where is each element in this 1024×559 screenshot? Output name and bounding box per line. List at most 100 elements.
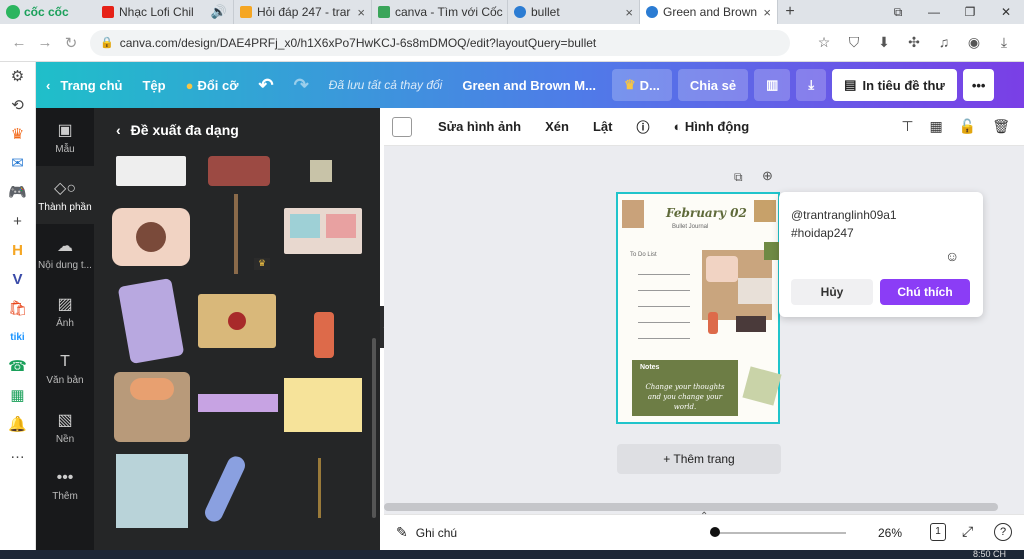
tab-canva-search[interactable]: canva - Tìm với Cốc× [372, 0, 508, 24]
tape-element[interactable] [310, 160, 332, 182]
nav-photos[interactable]: ▨ Ảnh [36, 282, 94, 340]
add-page-icon[interactable]: ⊕ [762, 168, 773, 184]
help-icon[interactable]: ? [994, 523, 1012, 541]
chevron-up-icon[interactable]: ⌃ [700, 511, 708, 522]
shopee-icon[interactable]: 🛍 [0, 294, 35, 323]
hoidap-app-icon[interactable]: H [0, 236, 35, 265]
flip-button[interactable]: Lật [581, 119, 625, 134]
typewriter-element[interactable] [208, 156, 270, 186]
design-page[interactable]: February 02 Bullet Journal To Do List No… [616, 192, 782, 424]
nav-uploads[interactable]: ☁ Nội dung t... [36, 224, 94, 282]
more-options-button[interactable]: ••• [962, 69, 995, 101]
wildflower-element[interactable] [318, 458, 321, 518]
tiki-icon[interactable]: tiki [0, 323, 35, 352]
nav-elements[interactable]: ◇○ Thành phần [36, 166, 94, 224]
app-v-icon[interactable]: V [0, 265, 35, 294]
zoom-level[interactable]: 26% [878, 526, 902, 540]
home-button[interactable]: ‹ Trang chủ [36, 62, 132, 108]
profile-icon[interactable]: ◉ [964, 34, 984, 51]
undo-button[interactable]: ↶ [248, 62, 283, 108]
restore-icon[interactable]: ⧉ [880, 5, 916, 20]
tab-bullet[interactable]: bullet × [508, 0, 640, 24]
star-icon[interactable]: ☆ [814, 34, 834, 51]
washi-tape-element[interactable] [198, 394, 278, 412]
zoom-slider[interactable] [710, 532, 846, 534]
notebook-element[interactable] [117, 277, 185, 365]
color-swatch[interactable] [392, 116, 412, 137]
add-page-button[interactable]: + Thêm trang [617, 444, 781, 474]
fullscreen-icon[interactable]: ⤢ [962, 523, 973, 540]
info-icon[interactable]: ⓘ [624, 117, 661, 136]
extensions-icon[interactable]: ✣ [904, 34, 924, 51]
transparency-icon[interactable]: ▦ [930, 118, 943, 135]
page-count[interactable]: 1 [930, 523, 946, 541]
submit-comment-button[interactable]: Chú thích [880, 279, 970, 305]
maximize-icon[interactable]: ❐ [952, 5, 988, 19]
edit-image-button[interactable]: Sửa hình ảnh [426, 119, 533, 134]
download-button[interactable]: ⤓ [796, 69, 827, 101]
close-icon[interactable]: × [763, 5, 771, 20]
chat-icon[interactable]: ☎ [0, 352, 35, 381]
bell-icon[interactable]: 🔔 [0, 410, 35, 439]
crown-icon[interactable]: ♛ [0, 120, 35, 149]
reload-icon[interactable]: ↻ [58, 34, 84, 52]
emoji-icon[interactable]: ☺ [945, 248, 959, 264]
history-icon[interactable]: ⟲ [0, 91, 35, 120]
notepad-element[interactable] [284, 378, 362, 432]
canvas-scrollbar[interactable] [384, 503, 998, 511]
panel-scrollbar[interactable] [372, 338, 376, 518]
more-dots-icon[interactable]: … [0, 439, 35, 468]
print-button[interactable]: ▤ In tiêu đề thư [832, 69, 957, 101]
paper-scrap-element[interactable] [116, 156, 186, 186]
game-icon[interactable]: 🎮 [0, 178, 35, 207]
insights-icon[interactable]: ▥ [754, 69, 791, 101]
shield-icon[interactable]: ⛉ [844, 34, 864, 51]
camera-element[interactable] [112, 208, 190, 266]
redo-button[interactable]: ↷ [284, 62, 319, 108]
back-icon[interactable]: ← [6, 34, 32, 51]
file-menu[interactable]: Tệp [132, 62, 175, 108]
pen-element[interactable] [202, 453, 248, 525]
forward-icon[interactable]: → [32, 34, 58, 51]
animate-button[interactable]: ◐ Hình động [661, 119, 761, 134]
nav-more[interactable]: ••• Thêm [36, 456, 94, 514]
nav-templates[interactable]: ▣ Mẫu [36, 108, 94, 166]
panel-title[interactable]: ‹ Đề xuất đa dạng [94, 108, 380, 152]
download-icon[interactable]: ⬇ [874, 34, 894, 51]
nav-text[interactable]: T Văn bản [36, 340, 94, 398]
new-tab-icon[interactable]: + [778, 0, 802, 24]
nav-background[interactable]: ▧ Nền [36, 398, 94, 456]
tab-lofi[interactable]: Nhạc Lofi Chil 🔊 [96, 0, 234, 24]
premium-button[interactable]: ♛ D... [611, 69, 672, 101]
browser-logo[interactable]: cốc cốc [0, 0, 96, 24]
dried-flower-element[interactable] [234, 194, 238, 274]
vase-element[interactable] [314, 312, 334, 358]
crop-button[interactable]: Xén [533, 119, 581, 134]
note-paper-element[interactable] [116, 454, 188, 528]
browser-download-icon[interactable]: ⤓ [994, 34, 1014, 51]
share-button[interactable]: Chia sẻ [677, 69, 749, 101]
close-icon[interactable]: × [625, 5, 633, 20]
tab-green-brown[interactable]: Green and Brown × [640, 0, 778, 24]
notes-button[interactable]: Ghi chú [416, 526, 457, 540]
resize-button[interactable]: ● Đổi cỡ [176, 62, 249, 108]
minimize-icon[interactable]: — [916, 5, 952, 19]
settings-icon[interactable]: ⚙ [0, 62, 35, 91]
comment-text[interactable]: @trantranglinh09a1 #hoidap247 [791, 206, 897, 242]
speaker-icon[interactable]: 🔊 [211, 4, 227, 20]
photos-element[interactable] [284, 208, 362, 254]
tab-hoidap[interactable]: Hỏi đáp 247 - trar × [234, 0, 372, 24]
paint-roller-icon[interactable]: ⊤ [901, 118, 913, 135]
design-title[interactable]: Green and Brown M... [452, 62, 606, 108]
zoom-slider-knob[interactable] [710, 527, 720, 537]
close-icon[interactable]: × [357, 5, 365, 20]
flower-envelope-element[interactable] [114, 372, 190, 442]
add-icon[interactable]: + [0, 207, 35, 236]
messenger-icon[interactable]: ✉ [0, 149, 35, 178]
duplicate-page-icon[interactable]: ⧉ [734, 170, 743, 185]
unlock-icon[interactable]: 🔓 [959, 118, 976, 135]
delete-icon[interactable]: 🗑 [992, 118, 1010, 135]
media-icon[interactable]: ♫ [934, 34, 954, 51]
notes-icon[interactable]: ✎ [396, 524, 408, 541]
cancel-button[interactable]: Hủy [791, 279, 873, 305]
